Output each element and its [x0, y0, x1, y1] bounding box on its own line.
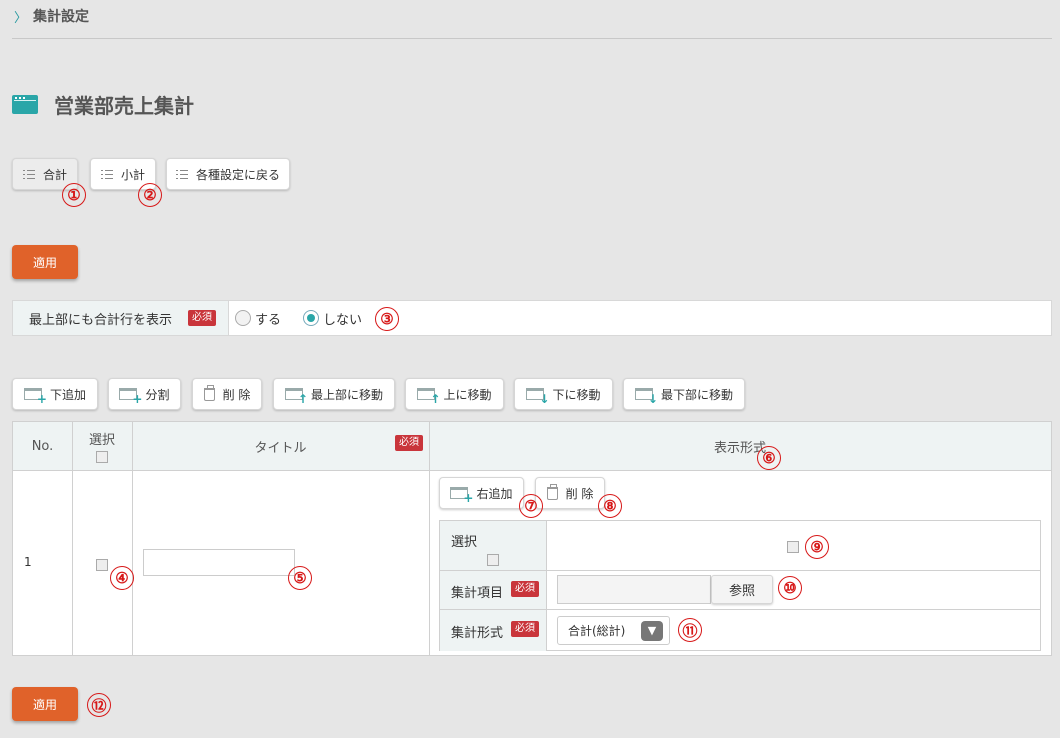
select-all-checkbox[interactable]	[96, 451, 108, 463]
delete-button[interactable]: 削 除	[192, 378, 262, 410]
annotation-8: ⑧	[598, 494, 622, 518]
annotation-12: ⑫	[87, 693, 111, 717]
show-total-top-row: 最上部にも合計行を表示 必須 する しない	[12, 300, 1052, 336]
format-select-label: 選択	[451, 535, 478, 550]
format-select-label-cell: 選択	[440, 521, 547, 570]
setting-label: 最上部にも合計行を表示	[29, 312, 173, 328]
row-number: 1	[24, 555, 32, 569]
move-bottom-icon: ↓	[634, 388, 658, 405]
title-input[interactable]	[143, 549, 295, 576]
back-to-settings-button[interactable]: 各種設定に戻る	[166, 158, 290, 190]
column-divider	[72, 422, 73, 655]
breadcrumb-label: 集計設定	[33, 9, 90, 25]
move-up-icon: ↑	[417, 388, 440, 405]
aggregate-type-value: 合計(総計)	[568, 624, 626, 638]
format-select-all-checkbox[interactable]	[487, 554, 499, 566]
annotation-1: ①	[62, 183, 86, 207]
delete-label: 削 除	[222, 387, 251, 402]
move-bottom-button[interactable]: ↓ 最下部に移動	[623, 378, 745, 410]
format-column-checkbox[interactable]	[787, 541, 799, 553]
move-up-label: 上に移動	[443, 387, 492, 402]
chevron-right-icon: 〉	[14, 10, 28, 26]
format-type-label-cell: 集計形式 必須	[440, 610, 547, 651]
radio-group: する しない	[229, 301, 362, 335]
header-title: タイトル 必須	[132, 422, 429, 471]
list-icon	[22, 169, 35, 179]
required-badge: 必須	[511, 581, 539, 597]
divider	[12, 38, 1052, 39]
move-top-label: 最上部に移動	[310, 387, 383, 402]
move-top-button[interactable]: ↑ 最上部に移動	[273, 378, 395, 410]
apply-button-top[interactable]: 適用	[12, 245, 78, 279]
required-badge: 必須	[188, 310, 216, 326]
add-right-button[interactable]: + 右追加	[439, 477, 524, 509]
browse-button[interactable]: 参照	[711, 575, 773, 604]
aggregate-type-select[interactable]: 合計(総計) ▼	[557, 616, 670, 645]
column-divider	[132, 422, 133, 655]
format-select-row: 選択	[440, 521, 1040, 571]
back-to-settings-label: 各種設定に戻る	[195, 167, 280, 182]
column-divider	[429, 422, 430, 655]
annotation-5: ⑤	[288, 566, 312, 590]
required-badge: 必須	[511, 621, 539, 637]
annotation-4: ④	[110, 566, 134, 590]
trash-icon	[546, 483, 558, 500]
setting-label-cell: 最上部にも合計行を表示 必須	[13, 301, 229, 335]
header-title-label: タイトル	[254, 440, 307, 456]
radio-no[interactable]: しない	[303, 309, 362, 328]
trash-icon	[203, 384, 215, 401]
radio-no-label: しない	[323, 312, 363, 328]
radio-yes-label: する	[255, 312, 282, 328]
format-delete-button[interactable]: 削 除	[535, 477, 605, 509]
breadcrumb: 〉 集計設定	[14, 6, 89, 26]
header-select-label: 選択	[88, 433, 115, 448]
radio-yes-dot[interactable]	[235, 310, 251, 326]
format-item-label: 集計項目	[451, 586, 504, 601]
list-icon	[100, 169, 113, 179]
format-item-row: 集計項目 必須 参照	[440, 571, 1040, 610]
split-icon: +	[119, 388, 142, 405]
format-table: 選択 集計項目 必須 参照 集計形式 必須 合計(総計) ▼	[439, 520, 1041, 651]
annotation-11: ⑪	[678, 618, 702, 642]
tab-total-label: 合計	[42, 167, 67, 182]
move-bottom-label: 最下部に移動	[660, 387, 733, 402]
annotation-3: ③	[375, 307, 399, 331]
move-up-button[interactable]: ↑ 上に移動	[405, 378, 504, 410]
window-icon	[12, 95, 38, 114]
add-below-label: 下追加	[49, 387, 86, 402]
annotation-9: ⑨	[805, 535, 829, 559]
row-select-checkbox[interactable]	[96, 559, 108, 571]
header-no: No.	[13, 422, 72, 471]
add-row-icon: +	[23, 388, 47, 405]
radio-no-dot[interactable]	[303, 310, 320, 326]
move-top-icon: ↑	[284, 388, 308, 405]
list-icon	[175, 169, 188, 179]
split-label: 分割	[145, 387, 170, 402]
radio-yes[interactable]: する	[235, 309, 281, 328]
annotation-7: ⑦	[519, 494, 543, 518]
header-format: 表示形式	[429, 422, 1051, 471]
format-item-label-cell: 集計項目 必須	[440, 571, 547, 609]
annotation-10: ⑩	[778, 576, 802, 600]
add-below-button[interactable]: + 下追加	[12, 378, 98, 410]
apply-button-bottom[interactable]: 適用	[12, 687, 78, 721]
aggregate-item-input[interactable]	[557, 575, 711, 604]
add-right-label: 右追加	[476, 486, 513, 501]
required-badge: 必須	[395, 435, 423, 451]
split-button[interactable]: + 分割	[108, 378, 181, 410]
page-header: 営業部売上集計	[12, 90, 194, 119]
format-type-row: 集計形式 必須 合計(総計) ▼	[440, 610, 1040, 651]
header-select: 選択	[72, 422, 132, 471]
annotation-6: ⑥	[757, 446, 781, 470]
format-delete-label: 削 除	[565, 486, 594, 501]
page-title: 営業部売上集計	[54, 94, 194, 118]
chevron-down-icon: ▼	[641, 620, 663, 641]
format-type-label: 集計形式	[451, 626, 504, 641]
annotation-2: ②	[138, 183, 162, 207]
move-down-icon: ↓	[526, 388, 549, 405]
tab-subtotal-label: 小計	[120, 167, 145, 182]
move-down-label: 下に移動	[552, 387, 601, 402]
move-down-button[interactable]: ↓ 下に移動	[514, 378, 613, 410]
add-column-icon: +	[450, 487, 473, 504]
